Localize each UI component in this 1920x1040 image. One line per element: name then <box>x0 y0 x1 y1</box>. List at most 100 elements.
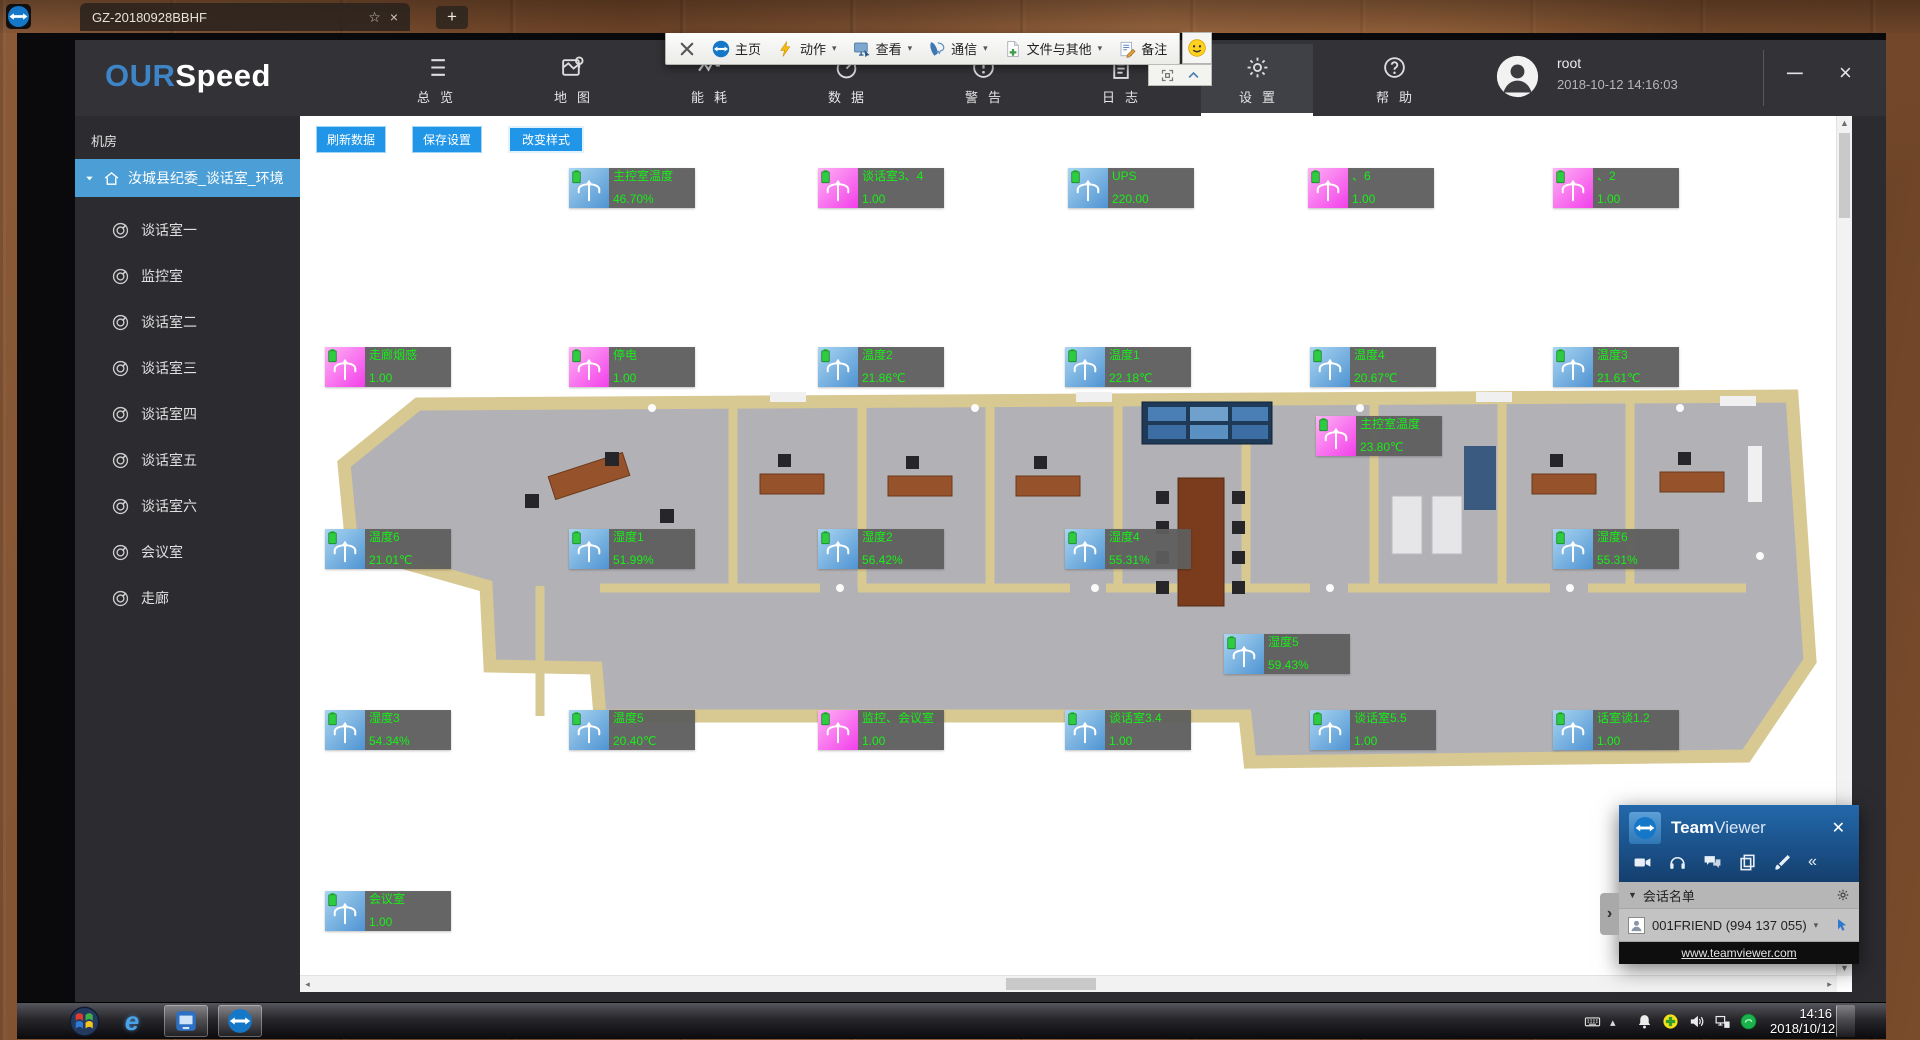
sidebar-room-item[interactable]: 谈话室三 <box>75 345 300 391</box>
sidebar-room-item[interactable]: 谈话室一 <box>75 207 300 253</box>
toolbar-item[interactable]: 主页 <box>712 39 761 58</box>
show-desktop-button[interactable] <box>1836 1005 1855 1037</box>
nav-tab[interactable]: 地图 <box>516 44 628 116</box>
content-button[interactable]: 保存设置 <box>412 126 482 153</box>
toolbar-item[interactable]: 动作 <box>777 39 837 58</box>
sensor-badge[interactable]: 主控室温度 23.80℃ <box>1316 416 1442 456</box>
sensor-badge[interactable]: 温度2 21.86℃ <box>818 347 944 387</box>
sensor-badge[interactable]: 温度3 21.61℃ <box>1553 347 1679 387</box>
network-icon[interactable] <box>1714 1013 1731 1030</box>
panel-close-icon[interactable]: ✕ <box>1828 818 1849 838</box>
remote-cursor-icon[interactable] <box>1834 917 1850 933</box>
nav-tab[interactable]: 帮助 <box>1338 44 1450 116</box>
scroll-right-icon[interactable]: ▸ <box>1822 976 1837 992</box>
sensor-badge[interactable]: 会议室 1.00 <box>325 891 451 931</box>
sensor-badge[interactable]: 温度5 20.40℃ <box>569 710 695 750</box>
keyboard-icon[interactable] <box>1584 1013 1601 1030</box>
tv-copy-icon[interactable] <box>1738 853 1757 872</box>
new-tab-button[interactable]: + <box>436 6 468 29</box>
sensor-badge[interactable]: 湿度4 55.31% <box>1065 529 1191 569</box>
fit-screen-icon[interactable] <box>1160 68 1175 83</box>
collapse-toolbar-icon[interactable] <box>1186 68 1201 83</box>
sensor-badge[interactable]: 温度6 21.01℃ <box>325 529 451 569</box>
toolbar-item[interactable] <box>678 40 696 58</box>
sensor-badge[interactable]: UPS 220.00 <box>1068 168 1194 208</box>
sidebar-room-item[interactable]: 谈话室四 <box>75 391 300 437</box>
close-button[interactable]: × <box>1839 60 1852 86</box>
tv-collapse-icon[interactable]: « <box>1808 853 1827 872</box>
sensor-tile <box>325 529 365 569</box>
teamviewer-taskbar-icon[interactable] <box>218 1005 262 1037</box>
sensor-badge[interactable]: 湿度2 56.42% <box>818 529 944 569</box>
partner-dropdown-icon[interactable]: ▾ <box>1814 920 1819 931</box>
partner-row[interactable]: 001FRIEND (994 137 055) ▾ <box>1619 908 1859 942</box>
shield-icon[interactable] <box>1662 1013 1679 1030</box>
tv-headset-icon[interactable] <box>1668 853 1687 872</box>
toolbar-item[interactable]: 备注 <box>1118 39 1167 58</box>
panel-collapse-handle[interactable]: › <box>1600 893 1619 935</box>
toolbar-item[interactable]: 文件与其他 <box>1004 39 1103 58</box>
sensor-tile <box>818 347 858 387</box>
caret-up-icon[interactable]: ▴ <box>1610 1013 1627 1030</box>
sensor-badge[interactable]: 、2 1.00 <box>1553 168 1679 208</box>
vertical-scroll-thumb[interactable] <box>1839 133 1850 218</box>
sensor-badge[interactable]: 谈话室3.4 1.00 <box>1065 710 1191 750</box>
close-tab-icon[interactable]: × <box>390 9 398 25</box>
monitoring-app-icon[interactable] <box>164 1005 208 1037</box>
sensor-badge[interactable]: 谈话室5.5 1.00 <box>1310 710 1436 750</box>
internet-explorer-icon[interactable]: e <box>110 1005 154 1037</box>
scroll-up-icon[interactable]: ▲ <box>1837 116 1852 131</box>
teamviewer-link[interactable]: www.teamviewer.com <box>1681 946 1796 960</box>
sensor-badge[interactable]: 温度1 22.18℃ <box>1065 347 1191 387</box>
feedback-tab[interactable] <box>1182 32 1212 64</box>
content-button[interactable]: 改变样式 <box>508 126 584 153</box>
sensor-name: 话室谈1.2 <box>1597 711 1675 725</box>
sidebar-room-item[interactable]: 监控室 <box>75 253 300 299</box>
gear-icon[interactable] <box>1836 888 1850 902</box>
gauge-icon <box>1558 536 1588 566</box>
session-list-row[interactable]: ▼ 会话名单 <box>1619 882 1859 908</box>
tv-brush-icon[interactable] <box>1773 853 1792 872</box>
scroll-left-icon[interactable]: ◂ <box>300 976 315 992</box>
speaker-icon[interactable] <box>1688 1013 1705 1030</box>
tv-cam-icon[interactable] <box>1633 853 1652 872</box>
sidebar-tree-root[interactable]: 汝城县纪委_谈话室_环境 <box>75 159 300 197</box>
sidebar-room-item[interactable]: 谈话室六 <box>75 483 300 529</box>
taskbar-clock[interactable]: 14:16 2018/10/12 <box>1770 1006 1832 1036</box>
horizontal-scroll-thumb[interactable] <box>1006 978 1096 990</box>
toolbar-item[interactable]: 通信 <box>928 39 988 58</box>
toolbar-item[interactable]: 查看 <box>853 39 913 58</box>
horizontal-scrollbar[interactable]: ◂ ▸ <box>300 975 1837 992</box>
teamviewer-roundel-icon[interactable] <box>6 4 31 29</box>
sidebar-room-item[interactable]: 谈话室二 <box>75 299 300 345</box>
session-tab[interactable]: GZ-20180928BBHF ☆ × <box>80 3 410 31</box>
bell-icon[interactable] <box>1636 1013 1653 1030</box>
sidebar-room-item[interactable]: 谈话室五 <box>75 437 300 483</box>
star-icon[interactable]: ☆ <box>368 9 381 26</box>
sensor-tile <box>1310 710 1350 750</box>
sensor-badge[interactable]: 停电 1.00 <box>569 347 695 387</box>
sensor-badge[interactable]: 湿度6 55.31% <box>1553 529 1679 569</box>
sensor-badge[interactable]: 、6 1.00 <box>1308 168 1434 208</box>
sensor-value: 21.61℃ <box>1597 371 1675 385</box>
sensor-badge[interactable]: 话室谈1.2 1.00 <box>1553 710 1679 750</box>
sensor-badge[interactable]: 温度4 20.67℃ <box>1310 347 1436 387</box>
sidebar-room-item[interactable]: 走廊 <box>75 575 300 621</box>
nav-tab[interactable]: 总览 <box>379 44 491 116</box>
sensor-badge[interactable]: 湿度5 59.43% <box>1224 634 1350 674</box>
sensor-badge[interactable]: 谈话室3、4 1.00 <box>818 168 944 208</box>
user-avatar[interactable] <box>1495 54 1540 99</box>
sidebar-room-item[interactable]: 会议室 <box>75 529 300 575</box>
nav-tab[interactable]: 设置 <box>1201 44 1313 116</box>
sensor-badge[interactable]: 监控、会议室 1.00 <box>818 710 944 750</box>
greenball-icon[interactable] <box>1740 1013 1757 1030</box>
tv-chat-icon[interactable] <box>1703 853 1722 872</box>
windows-start-icon[interactable] <box>69 1006 100 1037</box>
sensor-badge[interactable]: 主控室温度 46.70% <box>569 168 695 208</box>
sensor-badge[interactable]: 湿度3 54.34% <box>325 710 451 750</box>
sensor-label: 湿度2 56.42% <box>858 529 944 569</box>
content-button[interactable]: 刷新数据 <box>316 126 386 153</box>
minimize-button[interactable]: ─ <box>1787 60 1803 86</box>
sensor-badge[interactable]: 湿度1 51.99% <box>569 529 695 569</box>
sensor-badge[interactable]: 走廊烟感 1.00 <box>325 347 451 387</box>
